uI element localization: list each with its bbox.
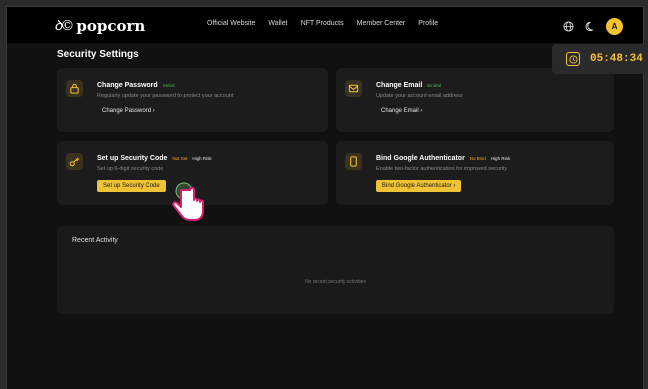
page-title: Security Settings (57, 49, 139, 60)
header-actions: A (562, 18, 623, 35)
google-authenticator-card: Bind Google Authenticator No Bind High R… (336, 141, 614, 205)
status-badge: Seted (162, 83, 175, 88)
logo-text: popcorn (76, 16, 146, 35)
clock-icon (566, 52, 580, 66)
risk-badge: High Risk (490, 156, 511, 161)
card-title: Set up Security Code (97, 155, 168, 162)
app-frame: ꝺ© popcorn Official Website Wallet NFT P… (6, 6, 644, 389)
bind-google-authenticator-button[interactable]: Bind Google Authenticator › (376, 180, 462, 192)
nav-wallet[interactable]: Wallet (268, 20, 287, 27)
card-title-row: Change Email Binded (376, 82, 441, 89)
recent-activity-panel: Recent Activity No recent security activ… (57, 226, 614, 314)
phone-icon (345, 153, 362, 170)
logo-mark: ꝺ© (54, 18, 74, 34)
hand-cursor-icon (172, 182, 204, 221)
card-description: Regularly update your password to protec… (97, 93, 234, 99)
moon-icon[interactable] (584, 21, 596, 33)
nav-profile[interactable]: Profile (418, 20, 438, 27)
status-badge: No Bind (469, 156, 486, 161)
empty-state-text: No recent security activities (305, 279, 366, 285)
card-title: Change Password (97, 82, 158, 89)
nav-official-website[interactable]: Official Website (207, 20, 255, 27)
status-badge: Binded (427, 83, 442, 88)
change-email-card: Change Email Binded Update your account … (336, 68, 614, 132)
timer-value: 05:48:34 (590, 53, 643, 65)
key-icon (66, 153, 83, 170)
card-title-row: Bind Google Authenticator No Bind High R… (376, 155, 510, 162)
session-timer: 05:48:34 (552, 44, 648, 74)
avatar[interactable]: A (606, 18, 623, 35)
change-password-button[interactable]: Change Password › (102, 108, 155, 114)
nav-member-center[interactable]: Member Center (357, 20, 406, 27)
card-title-row: Change Password Seted (97, 82, 174, 89)
recent-activity-title: Recent Activity (72, 237, 118, 244)
risk-badge: High Risk (192, 156, 212, 161)
card-title-row: Set up Security Code Not Set High Risk (97, 155, 212, 162)
card-title: Change Email (376, 82, 423, 89)
logo[interactable]: ꝺ© popcorn (54, 16, 145, 35)
change-email-button[interactable]: Change Email › (381, 108, 422, 114)
nav-nft-products[interactable]: NFT Products (301, 20, 344, 27)
globe-icon[interactable] (562, 21, 574, 33)
top-navbar: ꝺ© popcorn Official Website Wallet NFT P… (7, 7, 643, 43)
setup-security-code-button[interactable]: Set up Security Code (97, 180, 166, 192)
lock-icon (66, 80, 83, 97)
card-description: Update your account email address (376, 93, 463, 99)
card-description: Set up 6-digit security code (97, 166, 164, 172)
card-description: Enable two-factor authentication for imp… (376, 166, 508, 172)
mail-icon (345, 80, 362, 97)
main-nav: Official Website Wallet NFT Products Mem… (207, 20, 438, 27)
change-password-card: Change Password Seted Regularly update y… (57, 68, 328, 132)
status-badge: Not Set (172, 156, 188, 161)
card-title: Bind Google Authenticator (376, 155, 465, 162)
